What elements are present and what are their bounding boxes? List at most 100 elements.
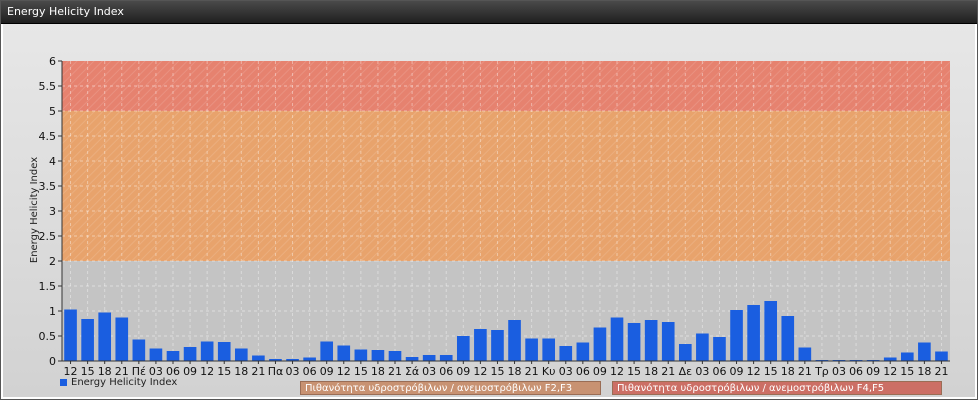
data-bar[interactable] (64, 309, 77, 362)
y-tick-label: 4.5 (39, 130, 57, 143)
data-bar[interactable] (166, 351, 180, 361)
x-tick-label: 03 (286, 365, 300, 378)
x-tick-label: 18 (234, 365, 248, 378)
data-bar[interactable] (883, 357, 897, 362)
data-bar[interactable] (935, 351, 948, 362)
y-tick-label: 4 (49, 155, 56, 168)
data-bar[interactable] (644, 320, 658, 361)
data-bar[interactable] (98, 312, 112, 362)
data-bar[interactable] (661, 322, 675, 361)
x-tick-label: 09 (456, 365, 470, 378)
y-tick-label: 1 (49, 305, 56, 318)
x-tick-label: Σά (405, 365, 419, 378)
x-tick-label: 18 (917, 365, 931, 378)
x-tick-label: 06 (712, 365, 726, 378)
y-tick-label: 2 (49, 255, 56, 268)
data-bar[interactable] (183, 347, 197, 361)
x-tick-label: 12 (747, 365, 761, 378)
x-tick-label: 09 (183, 365, 197, 378)
x-tick-label: 03 (832, 365, 846, 378)
data-bar[interactable] (900, 352, 914, 362)
data-bar[interactable] (132, 339, 146, 362)
y-tick-label: 3.5 (39, 180, 57, 193)
data-bar[interactable] (576, 342, 590, 362)
data-bar[interactable] (593, 327, 607, 362)
data-bar[interactable] (542, 338, 556, 362)
x-tick-label: 18 (371, 365, 385, 378)
x-tick-label: 06 (576, 365, 590, 378)
data-bar[interactable] (610, 317, 624, 362)
y-tick-label: 6 (49, 55, 56, 68)
x-tick-label: 06 (303, 365, 317, 378)
x-tick-label: 18 (644, 365, 658, 378)
data-bar[interactable] (234, 348, 248, 362)
data-bar[interactable] (115, 317, 129, 362)
x-tick-label: Κυ (542, 365, 556, 378)
y-tick-label: 5.5 (39, 80, 57, 93)
data-bar[interactable] (200, 341, 214, 362)
data-bar[interactable] (303, 357, 316, 362)
x-tick-label: 09 (320, 365, 334, 378)
data-bar[interactable] (81, 319, 94, 361)
data-bar[interactable] (918, 342, 931, 362)
y-tick-label: 5 (49, 105, 56, 118)
data-bar[interactable] (713, 337, 726, 361)
window-title: Energy Helicity Index (7, 5, 124, 18)
chart-window: Energy Helicity Index 0 0.5 1 1.5 2 2.5 3 3.5 4 4… (0, 0, 978, 400)
x-tick-label: 15 (217, 365, 231, 378)
data-bar[interactable] (730, 310, 743, 361)
data-bar[interactable] (320, 341, 334, 362)
data-bar[interactable] (781, 316, 795, 361)
x-tick-label: 06 (439, 365, 453, 378)
x-tick-label: 03 (695, 365, 709, 378)
x-tick-label: 09 (730, 365, 744, 378)
x-tick-label: 21 (934, 365, 948, 378)
x-tick-label: 12 (200, 365, 214, 378)
data-bar[interactable] (559, 346, 573, 361)
y-tick-label: 0 (49, 355, 56, 368)
x-tick-label: 06 (849, 365, 863, 378)
legend-band-f2-f3[interactable]: Πιθανότητα υδροστρόβιλων / ανεμοστρόβιλω… (300, 381, 601, 395)
data-bar[interactable] (627, 323, 641, 361)
data-bar[interactable] (439, 355, 453, 361)
data-bar[interactable] (696, 333, 709, 362)
data-bar[interactable] (422, 355, 436, 361)
data-bar[interactable] (474, 329, 487, 361)
x-tick-label: 12 (337, 365, 351, 378)
data-bar[interactable] (354, 349, 368, 362)
x-tick-label: 12 (610, 365, 624, 378)
data-bar[interactable] (217, 342, 231, 361)
x-tick-label: Δε (679, 365, 693, 378)
x-tick-label: 18 (508, 365, 522, 378)
data-bar[interactable] (508, 320, 521, 361)
x-tick-label: Τρ (814, 365, 829, 378)
data-bar[interactable] (337, 345, 351, 362)
y-tick-label: 1.5 (39, 280, 57, 293)
data-bar[interactable] (798, 347, 812, 362)
data-bar[interactable] (678, 344, 692, 361)
data-bar[interactable] (405, 357, 419, 361)
chart-area: 0 0.5 1 1.5 2 2.5 3 3.5 4 4.5 5 5.5 6 12 15 18 21 Πέ 03 06 0… (3, 24, 975, 397)
x-tick-label: 09 (866, 365, 880, 378)
title-bar: Energy Helicity Index (1, 1, 977, 24)
data-bar[interactable] (491, 330, 504, 361)
y-tick-label: 0.5 (39, 330, 57, 343)
data-bar[interactable] (252, 355, 265, 362)
x-tick-label: 03 (422, 365, 436, 378)
data-bar[interactable] (525, 338, 538, 362)
data-bar[interactable] (747, 305, 760, 361)
data-bar[interactable] (764, 301, 778, 361)
x-tick-label: 15 (900, 365, 914, 378)
data-bar[interactable] (149, 348, 163, 362)
data-bar[interactable] (371, 350, 385, 361)
x-tick-label: 21 (388, 365, 402, 378)
legend-series-item[interactable]: Energy Helicity Index (60, 377, 177, 388)
legend-band-f4-f5[interactable]: Πιθανότητα υδροστρόβιλων / ανεμοστρόβιλω… (612, 381, 942, 395)
data-bar[interactable] (456, 336, 470, 361)
x-tick-label: 21 (661, 365, 675, 378)
x-tick-label: 15 (490, 365, 504, 378)
x-tick-label: 18 (781, 365, 795, 378)
data-bar[interactable] (388, 351, 402, 361)
legend-series-label: Energy Helicity Index (71, 377, 178, 388)
x-tick-label: 21 (251, 365, 265, 378)
